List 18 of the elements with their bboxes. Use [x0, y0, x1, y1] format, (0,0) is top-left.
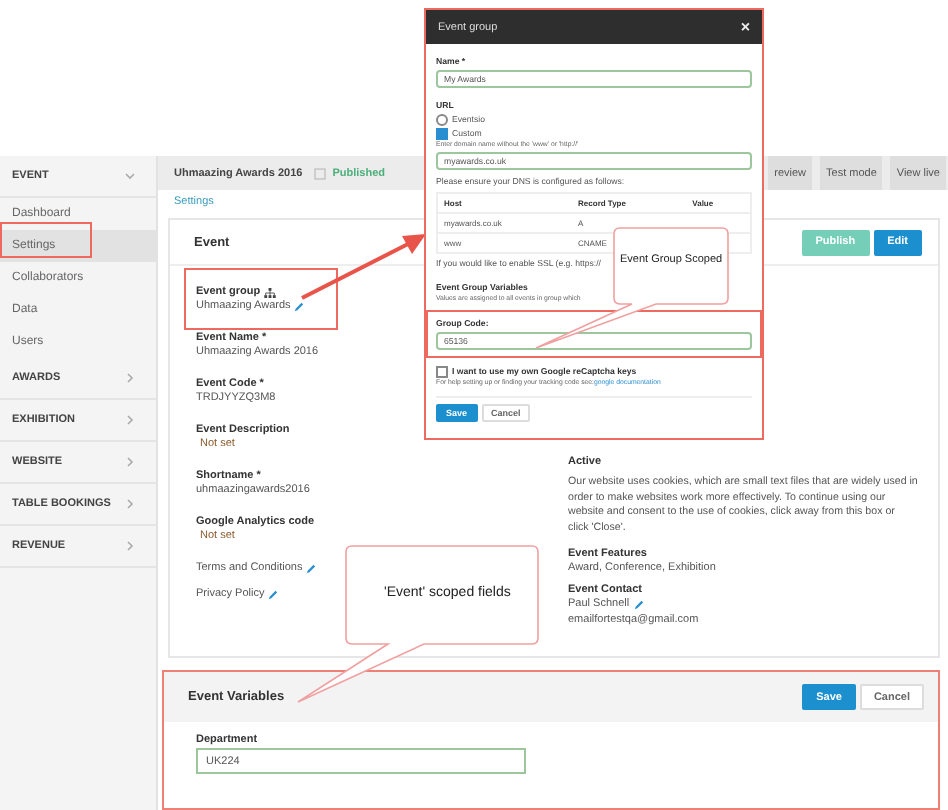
- close-button[interactable]: ×: [740, 18, 750, 36]
- status-icon: [314, 167, 327, 179]
- pencil-icon[interactable]: [294, 301, 305, 311]
- pencil-icon[interactable]: [633, 599, 644, 609]
- chevron-icon: [124, 540, 136, 552]
- pencil-icon[interactable]: [306, 563, 317, 573]
- chevron-icon: [124, 414, 136, 426]
- hierarchy-icon: [264, 287, 277, 297]
- chevron-icon: [124, 498, 136, 510]
- checkbox[interactable]: [436, 127, 448, 139]
- chevron-icon: [124, 372, 136, 384]
- pencil-icon[interactable]: [268, 589, 279, 599]
- radio-button[interactable]: [436, 113, 448, 125]
- highlight-frame: [0, 222, 92, 258]
- chevron-icon: [124, 456, 136, 468]
- arrow: [300, 232, 428, 304]
- chevron-icon: [124, 170, 136, 182]
- checkbox[interactable]: [436, 365, 448, 377]
